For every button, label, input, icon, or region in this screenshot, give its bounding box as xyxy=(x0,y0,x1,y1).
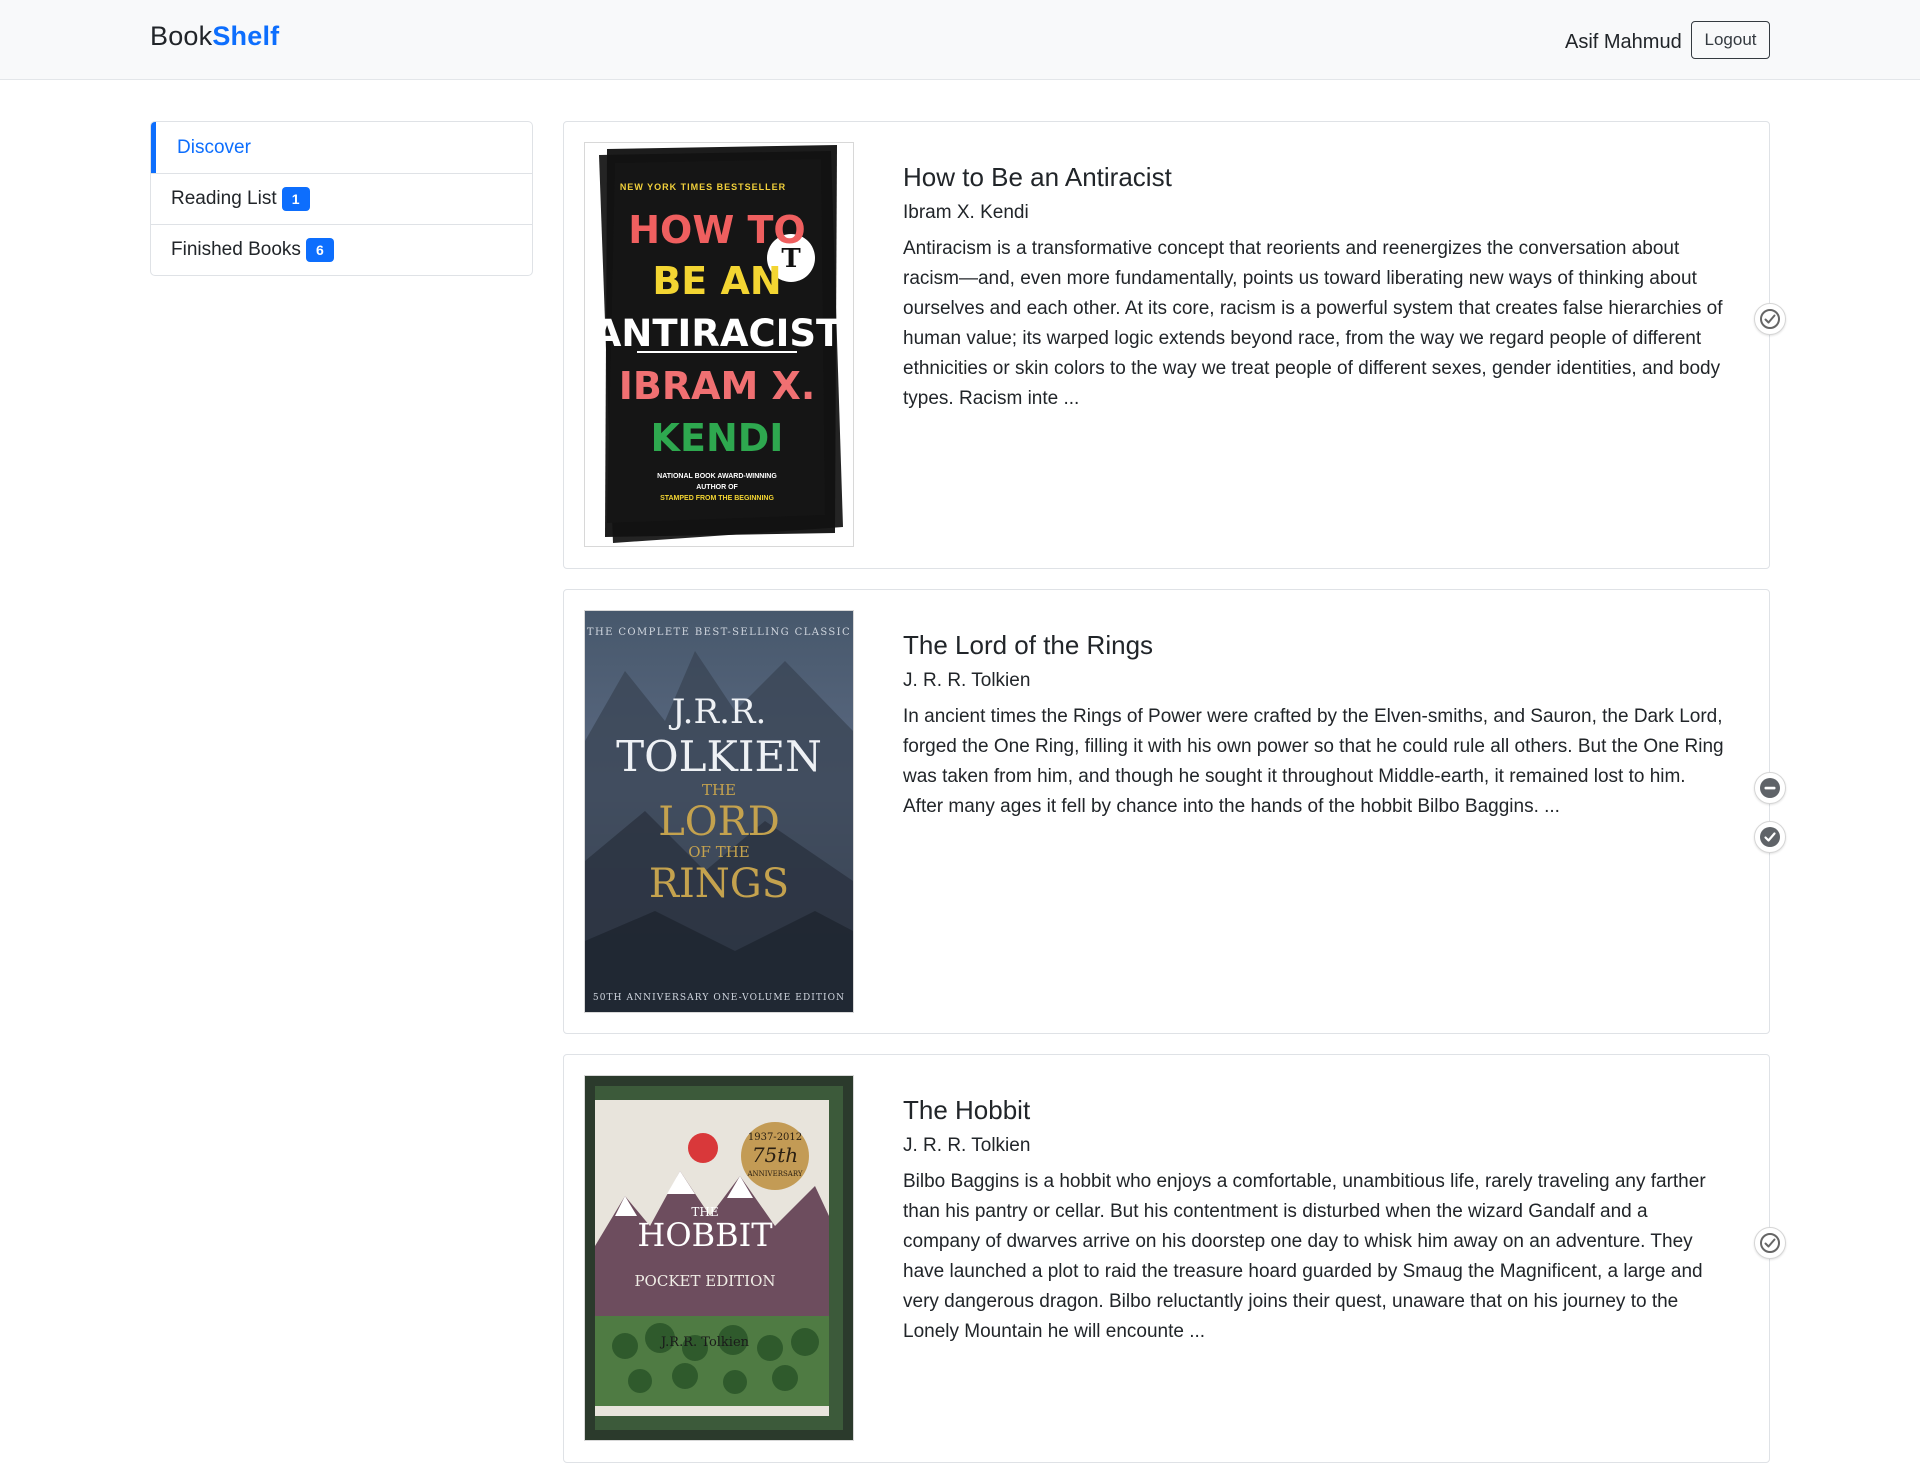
brand-text-shelf: Shelf xyxy=(212,21,280,51)
book-info: How to Be an Antiracist Ibram X. Kendi A… xyxy=(903,160,1725,414)
book-author: J. R. R. Tolkien xyxy=(903,670,1031,691)
cover-bottom-line: NATIONAL BOOK AWARD-WINNING xyxy=(657,473,777,480)
navbar: BookShelf Asif Mahmud Logout xyxy=(0,0,1920,80)
user-name: Asif Mahmud xyxy=(1565,31,1682,53)
book-synopsis: Antiracism is a transformative concept t… xyxy=(903,238,1723,409)
book-info: The Hobbit J. R. R. Tolkien Bilbo Baggin… xyxy=(903,1093,1725,1347)
cover-author: J.R.R. Tolkien xyxy=(659,1335,750,1350)
cover-author-line: IBRAM X. xyxy=(619,364,816,408)
cover-author-line: TOLKIEN xyxy=(616,732,822,781)
cover-title-line: THE xyxy=(702,781,736,799)
cover-bottom-line: 50TH ANNIVERSARY ONE-VOLUME EDITION xyxy=(593,993,845,1003)
book-card[interactable]: THE COMPLETE BEST-SELLING CLASSIC J.R.R.… xyxy=(563,589,1786,1034)
mark-read-icon xyxy=(1760,309,1780,329)
mark-finished-icon xyxy=(1760,827,1780,847)
mark-as-read-button[interactable] xyxy=(1754,303,1786,335)
book-card[interactable]: NEW YORK TIMES BESTSELLER T HOW TO BE AN… xyxy=(563,121,1786,569)
logout-button[interactable]: Logout xyxy=(1691,21,1770,59)
book-cover[interactable]: 1937-2012 75th ANNIVERSARY THE HOBBIT PO… xyxy=(584,1075,854,1441)
cover-bottom-line: STAMPED FROM THE BEGINNING xyxy=(660,495,774,502)
book-cover-art: NEW YORK TIMES BESTSELLER T HOW TO BE AN… xyxy=(585,143,853,546)
anniversary-number: 75th xyxy=(752,1143,798,1167)
cover-title-line: ANTIRACIST xyxy=(593,312,842,355)
mark-as-read-button[interactable] xyxy=(1754,1227,1786,1259)
mark-read-icon xyxy=(1760,1233,1780,1253)
cover-title-line: HOW TO xyxy=(628,208,805,252)
sidebar-item-label: Finished Books xyxy=(171,239,301,260)
anniversary-years: 1937-2012 xyxy=(748,1132,802,1143)
book-cover[interactable]: THE COMPLETE BEST-SELLING CLASSIC J.R.R.… xyxy=(584,610,854,1013)
cover-author-line: J.R.R. xyxy=(669,692,767,732)
remove-from-list-icon xyxy=(1760,778,1780,798)
finished-books-count-badge: 6 xyxy=(305,238,334,262)
book-title[interactable]: The Lord of the Rings xyxy=(903,628,1725,662)
book-info: The Lord of the Rings J. R. R. Tolkien I… xyxy=(903,628,1725,822)
reading-list-count-badge: 1 xyxy=(281,187,310,211)
book-synopsis: Bilbo Baggins is a hobbit who enjoys a c… xyxy=(903,1171,1706,1342)
book-author: J. R. R. Tolkien xyxy=(903,1135,1031,1156)
cover-top-line: NEW YORK TIMES BESTSELLER xyxy=(620,182,786,192)
cover-author-line: KENDI xyxy=(651,416,784,460)
book-card[interactable]: 1937-2012 75th ANNIVERSARY THE HOBBIT PO… xyxy=(563,1054,1786,1463)
mark-as-finished-button[interactable] xyxy=(1754,821,1786,853)
cover-title-line: RINGS xyxy=(649,861,789,907)
cover-edition: POCKET EDITION xyxy=(634,1272,775,1290)
cover-title-line: BE AN xyxy=(652,259,781,303)
book-synopsis: In ancient times the Rings of Power were… xyxy=(903,706,1724,817)
sidebar-item-reading-list[interactable]: Reading List 1 xyxy=(151,173,532,224)
book-title[interactable]: The Hobbit xyxy=(903,1093,1725,1127)
cover-title-line: OF THE xyxy=(688,843,750,861)
sidebar-item-label: Reading List xyxy=(171,188,277,209)
sidebar-item-label: Discover xyxy=(177,136,251,158)
remove-from-list-button[interactable] xyxy=(1754,772,1786,804)
book-author: Ibram X. Kendi xyxy=(903,202,1029,223)
sidebar-item-discover[interactable]: Discover xyxy=(151,122,532,173)
anniversary-word: ANNIVERSARY xyxy=(746,1170,802,1178)
cover-top-line: THE COMPLETE BEST-SELLING CLASSIC xyxy=(587,627,851,638)
book-cover-art: THE COMPLETE BEST-SELLING CLASSIC J.R.R.… xyxy=(585,611,853,1012)
cover-title-big: HOBBIT xyxy=(637,1216,773,1254)
sidebar-nav: Discover Reading List 1 Finished Books 6 xyxy=(150,121,533,276)
book-cover-art: 1937-2012 75th ANNIVERSARY THE HOBBIT PO… xyxy=(585,1076,853,1440)
sidebar-item-finished-books[interactable]: Finished Books 6 xyxy=(151,224,532,275)
cover-bottom-line: AUTHOR OF xyxy=(696,484,738,491)
brand-logo[interactable]: BookShelf xyxy=(150,20,279,52)
cover-title-line: LORD xyxy=(658,799,780,845)
book-cover[interactable]: NEW YORK TIMES BESTSELLER T HOW TO BE AN… xyxy=(584,142,854,547)
brand-text-book: Book xyxy=(150,21,213,51)
book-title[interactable]: How to Be an Antiracist xyxy=(903,160,1725,194)
